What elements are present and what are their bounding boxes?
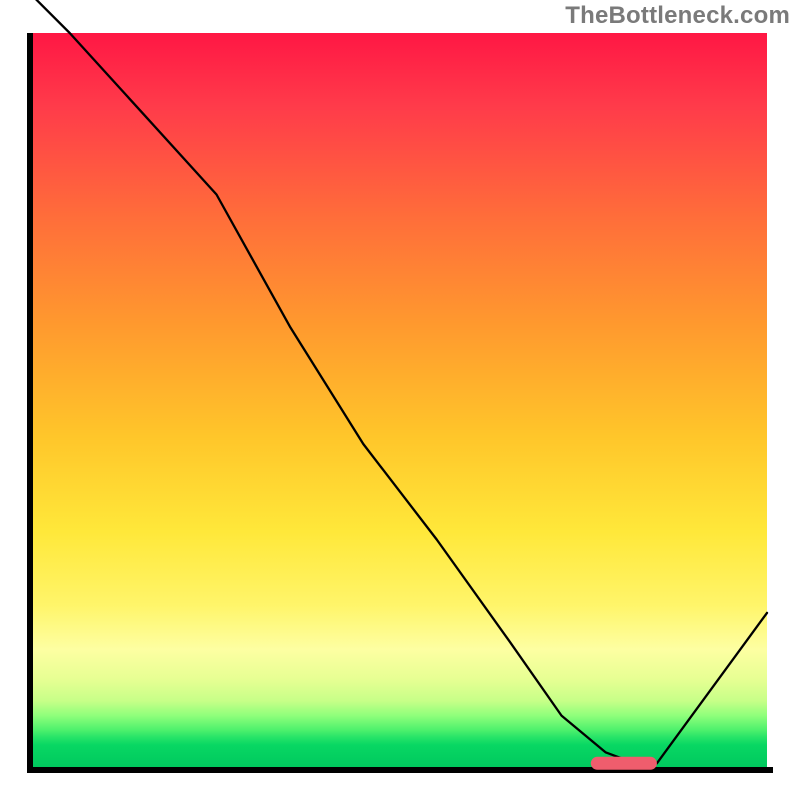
chart-container: TheBottleneck.com (0, 0, 800, 800)
optimal-range-marker (591, 757, 657, 770)
bottleneck-curve (33, 0, 767, 763)
x-axis-line (27, 767, 773, 773)
chart-overlay (33, 33, 767, 767)
watermark-text: TheBottleneck.com (565, 2, 790, 30)
